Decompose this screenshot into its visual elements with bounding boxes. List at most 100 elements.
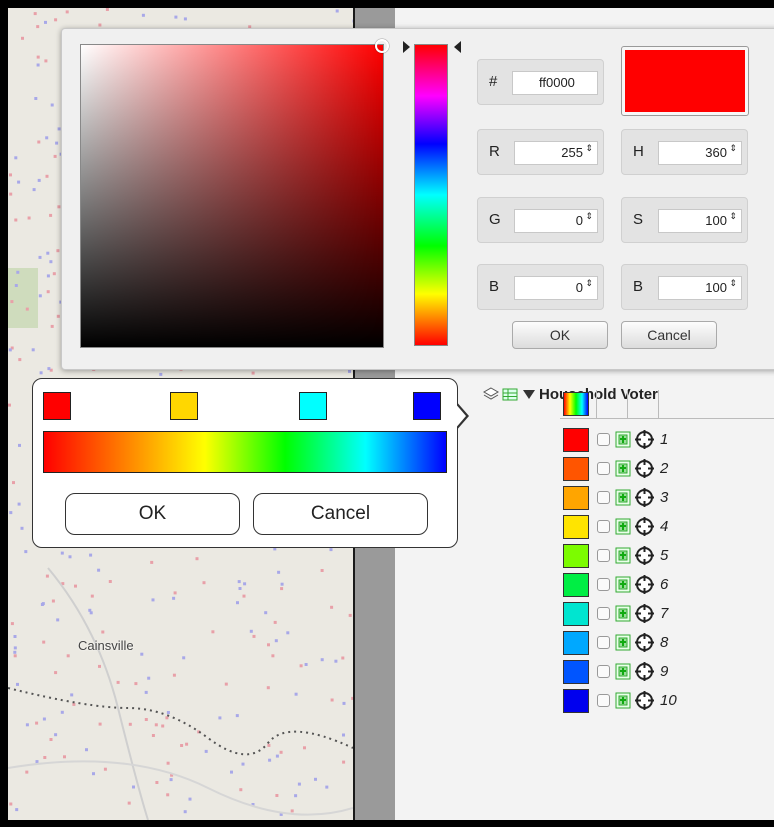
class-checkbox[interactable] — [597, 549, 610, 562]
map-point — [8, 403, 11, 407]
map-point — [274, 639, 278, 643]
map-point — [56, 249, 60, 253]
class-checkbox[interactable] — [597, 665, 610, 678]
map-point — [10, 622, 14, 626]
spinner-icon[interactable]: ⇕ — [729, 144, 737, 153]
map-point — [18, 443, 21, 447]
class-checkbox[interactable] — [597, 520, 610, 533]
symbol-edit-icon[interactable] — [615, 576, 631, 593]
map-point — [25, 770, 29, 774]
class-color-swatch[interactable] — [563, 428, 589, 452]
target-icon[interactable] — [635, 662, 654, 681]
picker-ok-button[interactable]: OK — [512, 321, 608, 349]
spinner-icon[interactable]: ⇕ — [585, 279, 593, 288]
symbol-edit-icon[interactable] — [615, 431, 631, 448]
spectrum-gradient-bar[interactable] — [43, 431, 447, 473]
map-point — [49, 213, 53, 217]
target-icon[interactable] — [635, 691, 654, 710]
target-icon[interactable] — [635, 575, 654, 594]
class-checkbox[interactable] — [597, 491, 610, 504]
map-point — [63, 755, 66, 759]
map-point — [105, 8, 109, 11]
class-checkbox[interactable] — [597, 694, 610, 707]
map-point — [151, 734, 155, 737]
target-icon[interactable] — [635, 517, 654, 536]
picker-field-b-5: B 100 ⇕ — [621, 264, 748, 310]
symbol-edit-icon[interactable] — [615, 605, 631, 622]
class-color-swatch[interactable] — [563, 515, 589, 539]
class-checkbox[interactable] — [597, 578, 610, 591]
symbol-edit-icon[interactable] — [615, 634, 631, 651]
map-point — [25, 307, 29, 311]
map-point — [74, 584, 77, 588]
spinner-icon[interactable]: ⇕ — [585, 144, 593, 153]
map-point — [128, 722, 132, 726]
map-point — [116, 680, 120, 684]
color-ramp-icon[interactable] — [563, 392, 589, 416]
map-point — [348, 613, 352, 617]
target-icon[interactable] — [635, 604, 654, 623]
class-color-swatch[interactable] — [563, 602, 589, 626]
class-color-swatch[interactable] — [563, 573, 589, 597]
class-checkbox[interactable] — [597, 636, 610, 649]
picker-cancel-button[interactable]: Cancel — [621, 321, 717, 349]
layers-icon[interactable] — [483, 386, 499, 402]
table-icon[interactable] — [502, 386, 518, 402]
symbol-edit-icon[interactable] — [615, 518, 631, 535]
spinner-icon[interactable]: ⇕ — [729, 279, 737, 288]
symbol-edit-icon[interactable] — [615, 692, 631, 709]
map-point — [182, 656, 186, 660]
class-checkbox[interactable] — [597, 433, 610, 446]
spectrum-cancel-button[interactable]: Cancel — [253, 493, 428, 535]
class-color-swatch[interactable] — [563, 689, 589, 713]
class-label: 4 — [660, 518, 669, 535]
map-point — [45, 136, 49, 140]
collapse-triangle-icon[interactable] — [521, 386, 537, 402]
spectrum-stop-4[interactable] — [413, 392, 441, 420]
map-point — [172, 596, 176, 600]
class-color-swatch[interactable] — [563, 544, 589, 568]
sv-handle[interactable] — [375, 39, 389, 53]
hue-slider[interactable] — [414, 44, 448, 346]
map-point — [243, 582, 247, 586]
symbol-edit-icon[interactable] — [615, 460, 631, 477]
color-preview — [621, 46, 749, 116]
saturation-value-field[interactable] — [80, 39, 389, 348]
map-point — [9, 192, 13, 196]
target-icon[interactable] — [635, 546, 654, 565]
map-point — [218, 716, 222, 720]
spectrum-ok-button[interactable]: OK — [65, 493, 240, 535]
map-point — [89, 553, 93, 557]
symbol-edit-icon[interactable] — [615, 547, 631, 564]
map-point — [154, 723, 158, 727]
map-point — [211, 630, 215, 634]
spectrum-stop-3[interactable] — [299, 392, 327, 420]
class-color-swatch[interactable] — [563, 486, 589, 510]
class-color-swatch[interactable] — [563, 660, 589, 684]
class-color-swatch[interactable] — [563, 631, 589, 655]
symbol-edit-icon[interactable] — [615, 489, 631, 506]
class-color-swatch[interactable] — [563, 457, 589, 481]
target-icon[interactable] — [635, 430, 654, 449]
spinner-icon[interactable]: ⇕ — [585, 212, 593, 221]
target-icon[interactable] — [635, 488, 654, 507]
symbol-edit-icon[interactable] — [615, 663, 631, 680]
map-point — [279, 750, 283, 754]
map-point — [97, 568, 101, 572]
target-icon[interactable] — [635, 633, 654, 652]
class-checkbox[interactable] — [597, 607, 610, 620]
map-point — [18, 358, 22, 362]
popup-pointer-inner — [454, 402, 466, 430]
map-point — [314, 777, 317, 781]
spectrum-stop-2[interactable] — [170, 392, 198, 420]
hex-input[interactable]: ff0000 — [512, 71, 598, 95]
spectrum-stop-1[interactable] — [43, 392, 71, 420]
map-point — [183, 17, 187, 21]
target-icon[interactable] — [635, 459, 654, 478]
map-point — [13, 635, 17, 638]
hue-marker-left-icon — [403, 41, 410, 53]
map-point — [275, 754, 279, 758]
class-checkbox[interactable] — [597, 462, 610, 475]
class-label: 2 — [660, 460, 669, 477]
spinner-icon[interactable]: ⇕ — [729, 212, 737, 221]
